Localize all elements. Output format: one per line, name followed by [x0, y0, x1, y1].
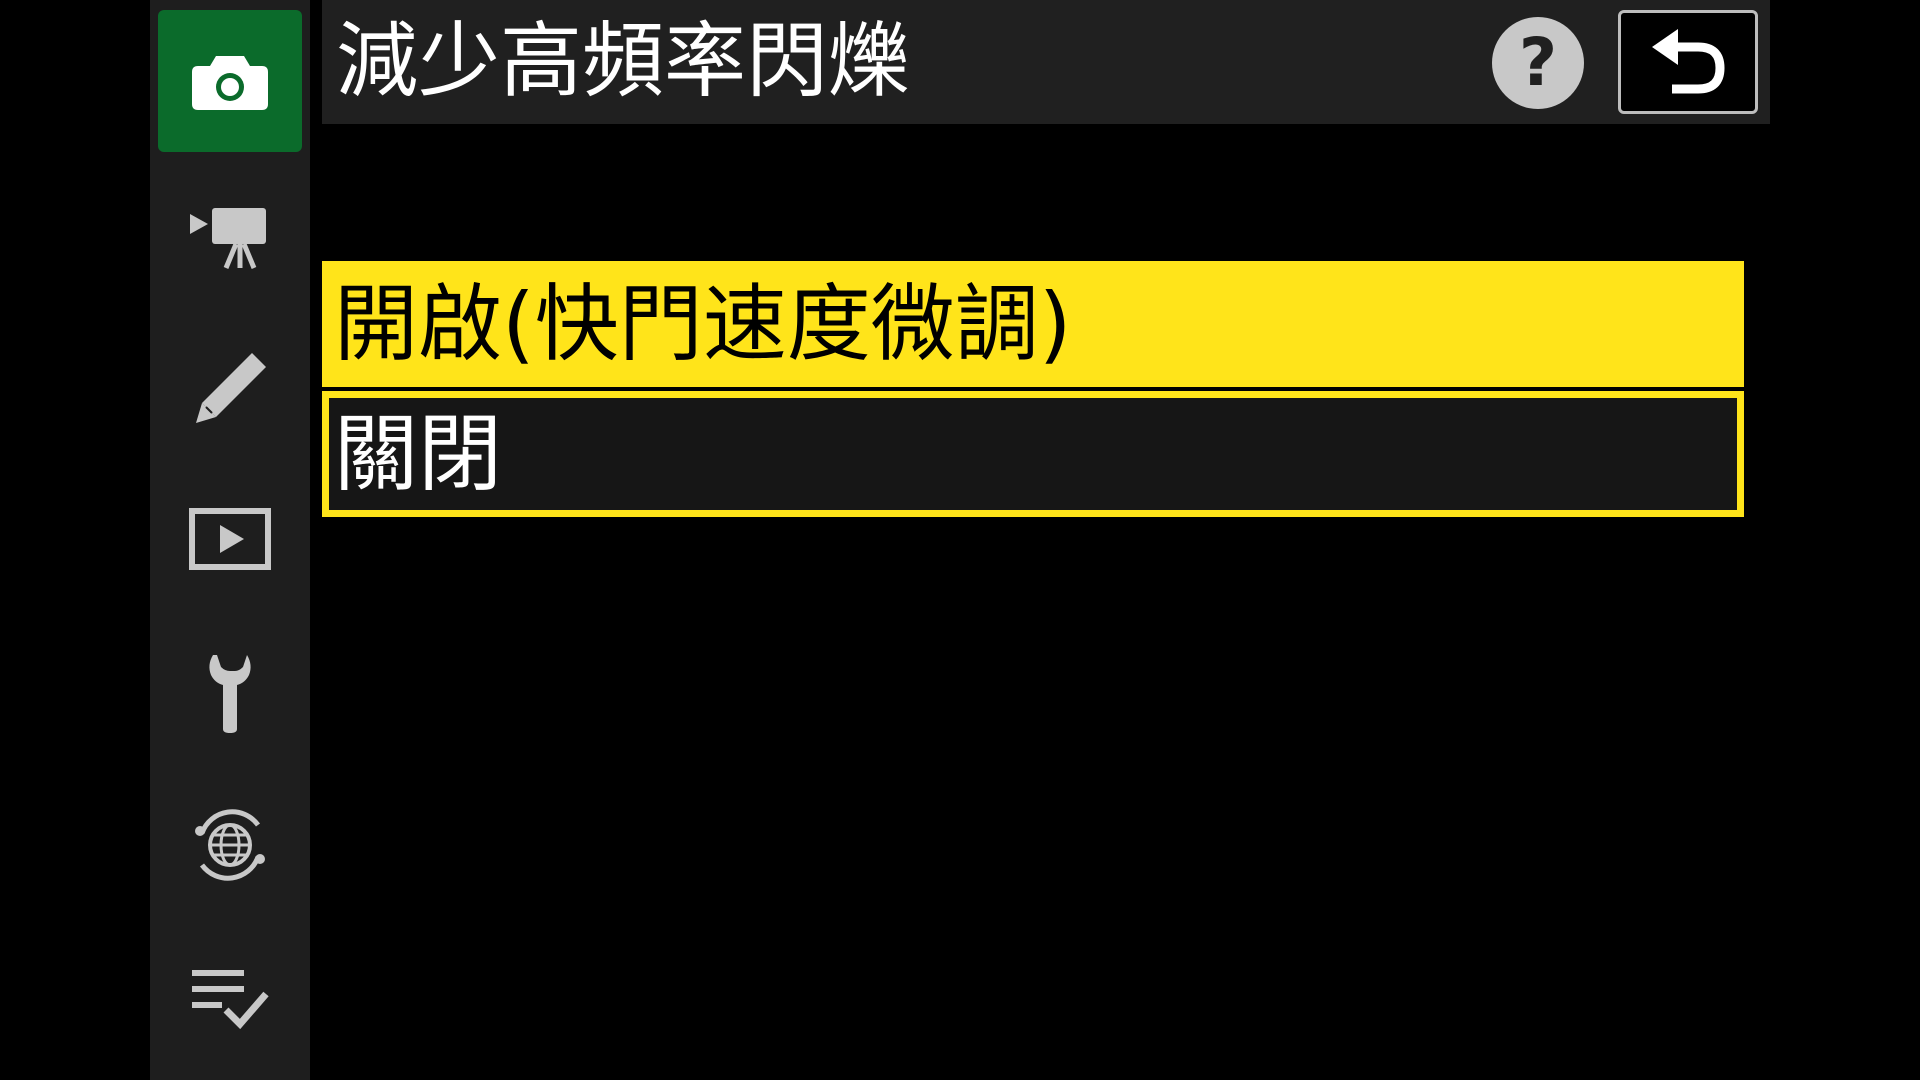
help-button[interactable]: ? — [1492, 17, 1584, 109]
page-title: 減少高頻率閃爍 — [336, 14, 911, 109]
sidebar-item-playback[interactable] — [158, 468, 302, 610]
wrench-icon — [209, 655, 251, 733]
back-button[interactable] — [1618, 10, 1758, 114]
sidebar-item-photo-shooting[interactable] — [158, 10, 302, 152]
sidebar-item-movie-recording[interactable] — [158, 166, 302, 308]
return-arrow-icon — [1652, 29, 1725, 94]
option-on-shutter-fine-tune[interactable]: 開啟(快門速度微調) — [322, 261, 1744, 387]
sidebar-item-my-menu[interactable] — [158, 928, 302, 1070]
movie-camera-icon — [190, 208, 266, 269]
my-menu-checklist-icon — [192, 970, 269, 1030]
pencil-icon — [196, 353, 266, 423]
camera-menu-screen: 減少高頻率閃爍 ? 開啟(快門速度微調) 關閉 — [0, 0, 1920, 1080]
camera-icon — [192, 56, 268, 110]
playback-icon — [189, 508, 271, 570]
menu-header: 減少高頻率閃爍 ? — [322, 0, 1770, 124]
network-globe-icon — [195, 809, 265, 881]
option-off[interactable]: 關閉 — [322, 391, 1744, 517]
menu-sidebar — [150, 0, 310, 1080]
sidebar-item-network[interactable] — [158, 774, 302, 916]
sidebar-item-custom-settings[interactable] — [158, 318, 302, 460]
sidebar-item-setup[interactable] — [158, 622, 302, 764]
